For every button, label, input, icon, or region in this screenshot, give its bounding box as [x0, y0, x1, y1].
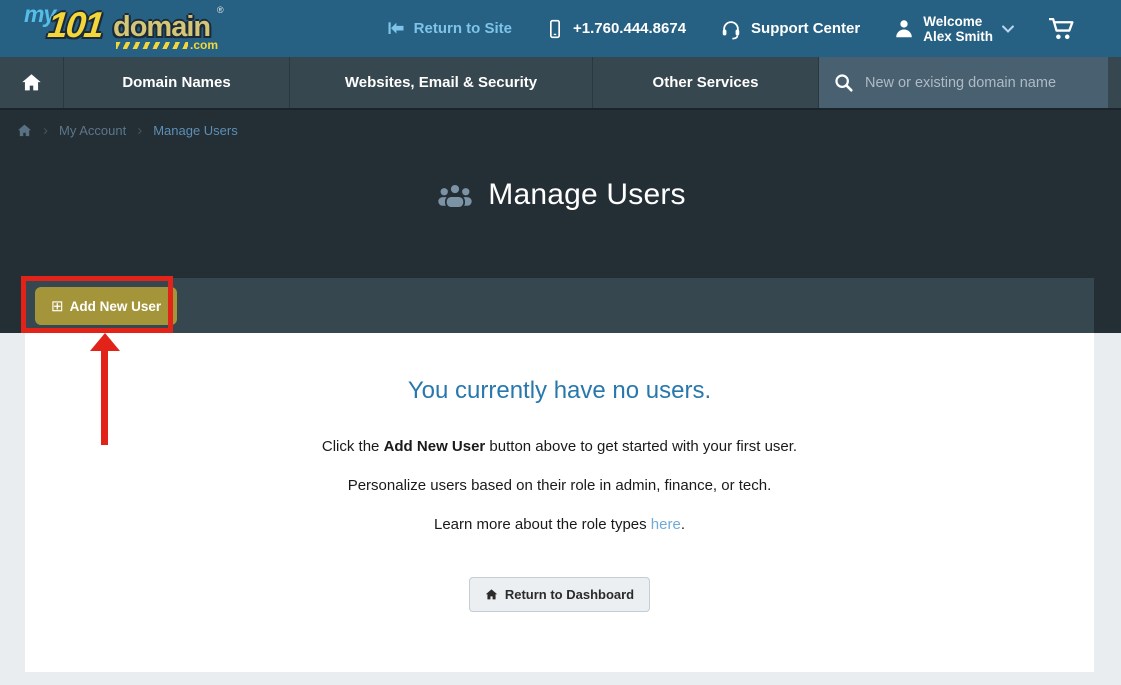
- add-new-user-label: Add New User: [70, 299, 162, 314]
- mobile-phone-icon: [545, 18, 565, 40]
- logo-text-101: 101: [46, 4, 104, 46]
- shopping-cart-icon: [1048, 16, 1075, 41]
- welcome-line2: Alex Smith: [923, 29, 993, 44]
- site-logo[interactable]: my 101 domain ® .com: [24, 4, 224, 54]
- nav-item-domain-names[interactable]: Domain Names: [63, 57, 289, 108]
- nav-label: Other Services: [653, 74, 759, 91]
- topbar-links: Return to Site +1.760.444.8674 Suppo: [386, 14, 1121, 44]
- logo-stripes-decoration: [116, 42, 188, 49]
- welcome-line1: Welcome: [923, 14, 982, 29]
- users-toolbar: ⊞ Add New User: [25, 278, 1094, 333]
- breadcrumb-separator: ›: [43, 124, 48, 137]
- top-header-bar: my 101 domain ® .com Return to Site: [0, 0, 1121, 57]
- welcome-text: Welcome Alex Smith: [923, 14, 993, 44]
- headset-icon: [719, 18, 743, 40]
- breadcrumb-manage-users: Manage Users: [153, 123, 238, 138]
- p3-text: .: [681, 516, 685, 533]
- person-icon: [893, 18, 915, 40]
- instruction-paragraph-1: Click the Add New User button above to g…: [25, 438, 1094, 455]
- breadcrumb-my-account[interactable]: My Account: [59, 123, 126, 138]
- domain-search-input[interactable]: [865, 75, 1094, 91]
- cart-button[interactable]: [1048, 16, 1075, 41]
- support-center-label: Support Center: [751, 20, 860, 37]
- return-arrow-icon: [386, 19, 406, 39]
- phone-number-label: +1.760.444.8674: [573, 20, 686, 37]
- nav-filler: [1108, 57, 1121, 108]
- account-menu[interactable]: Welcome Alex Smith: [893, 14, 1015, 44]
- p1-text: button above to get started with your fi…: [485, 438, 797, 455]
- chevron-down-icon: [1001, 22, 1015, 36]
- return-to-site-link[interactable]: Return to Site: [386, 19, 512, 39]
- content-panel: You currently have no users. Click the A…: [25, 333, 1094, 672]
- add-plus-icon: ⊞: [51, 299, 64, 314]
- nav-label: Websites, Email & Security: [345, 74, 537, 91]
- breadcrumb: › My Account › Manage Users: [0, 110, 1121, 138]
- p1-text: Click the: [322, 438, 384, 455]
- return-to-site-label: Return to Site: [414, 20, 512, 37]
- instruction-paragraph-2: Personalize users based on their role in…: [25, 477, 1094, 494]
- role-types-link[interactable]: here: [651, 516, 681, 533]
- logo-registered-mark: ®: [217, 5, 224, 15]
- add-new-user-button[interactable]: ⊞ Add New User: [35, 287, 177, 325]
- nav-home-button[interactable]: [0, 57, 63, 108]
- search-icon: [833, 72, 855, 94]
- main-navigation: Domain Names Websites, Email & Security …: [0, 57, 1121, 110]
- domain-search-box[interactable]: [818, 57, 1108, 108]
- users-group-icon: [435, 181, 475, 209]
- instruction-paragraph-3: Learn more about the role types here.: [25, 516, 1094, 533]
- page-title-row: Manage Users: [0, 178, 1121, 212]
- breadcrumb-separator: ›: [137, 124, 142, 137]
- p3-text: Learn more about the role types: [434, 516, 651, 533]
- breadcrumb-home-icon[interactable]: [17, 123, 32, 138]
- nav-item-other-services[interactable]: Other Services: [592, 57, 818, 108]
- page-title: Manage Users: [488, 178, 686, 212]
- return-to-dashboard-label: Return to Dashboard: [505, 587, 634, 602]
- support-center-link[interactable]: Support Center: [719, 18, 860, 40]
- logo-text-com: .com: [190, 38, 218, 52]
- return-to-dashboard-button[interactable]: Return to Dashboard: [469, 577, 650, 612]
- dashboard-home-icon: [485, 588, 498, 601]
- empty-state-heading: You currently have no users.: [25, 377, 1094, 405]
- home-icon: [21, 72, 42, 93]
- nav-label: Domain Names: [122, 74, 230, 91]
- nav-item-websites-email-security[interactable]: Websites, Email & Security: [289, 57, 592, 108]
- phone-number[interactable]: +1.760.444.8674: [545, 18, 686, 40]
- p1-bold-text: Add New User: [384, 438, 486, 455]
